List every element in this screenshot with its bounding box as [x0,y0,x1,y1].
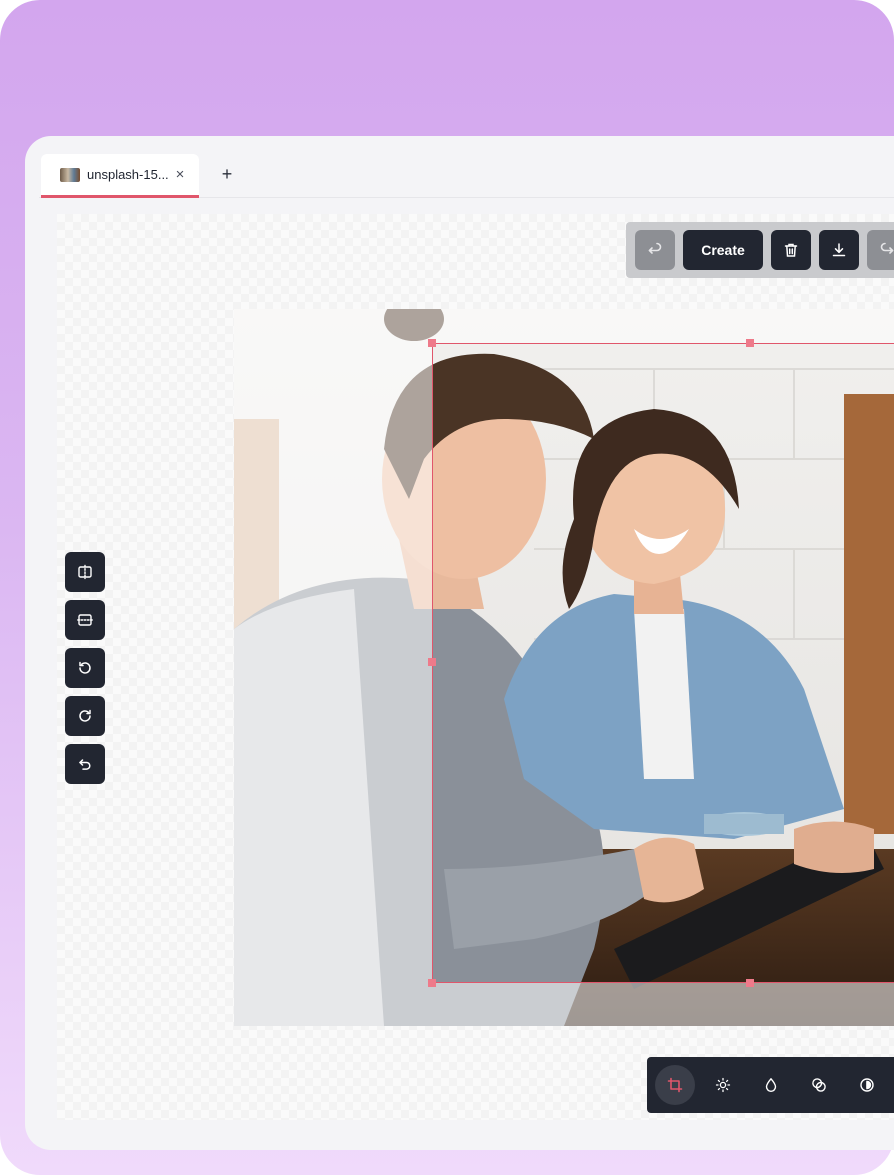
crop-handle-top-left[interactable] [428,339,436,347]
rotate-right-icon [79,709,91,722]
flip-horizontal-button[interactable] [65,552,105,592]
droplet-icon [765,1078,777,1092]
reset-button[interactable] [65,744,105,784]
rotate-right-button[interactable] [65,696,105,736]
crop-mask-left [234,309,432,1026]
crop-handle-top-mid[interactable] [746,339,754,347]
undo-icon [648,242,662,254]
top-toolbar: Create [626,222,894,278]
redo-icon [880,242,894,254]
crop-button[interactable] [655,1065,695,1105]
redo-button[interactable] [867,230,894,270]
contrast-button[interactable] [847,1065,887,1105]
rotate-left-button[interactable] [65,648,105,688]
adjust-toolbar [647,1057,894,1113]
filters-button[interactable] [799,1065,839,1105]
delete-button[interactable] [771,230,811,270]
contrast-icon [860,1078,874,1092]
crop-handle-bottom-mid[interactable] [746,979,754,987]
crop-mask-bottom [432,983,894,1026]
flip-horizontal-icon [78,564,92,580]
undo-button[interactable] [635,230,675,270]
rotate-left-icon [79,661,91,674]
sun-icon [715,1077,731,1093]
crop-frame[interactable] [432,343,894,983]
saturation-button[interactable] [751,1065,791,1105]
tab-bar: unsplash-15... × + [39,154,894,198]
trash-icon [784,243,798,257]
crop-handle-mid-left[interactable] [428,658,436,666]
overlap-circles-icon [812,1078,826,1092]
flip-vertical-button[interactable] [65,600,105,640]
photo-thumbnail [60,167,80,182]
tab-image[interactable]: unsplash-15... × [41,154,199,198]
crop-icon [667,1077,683,1093]
brightness-button[interactable] [703,1065,743,1105]
add-tab-button[interactable]: + [215,162,239,186]
create-button[interactable]: Create [683,230,763,270]
crop-mask-top [432,309,894,343]
photo-preview [234,309,894,1026]
flip-vertical-icon [77,614,93,626]
close-icon[interactable]: × [176,167,185,182]
download-icon [832,243,846,257]
download-button[interactable] [819,230,859,270]
reset-icon [79,759,91,770]
transform-toolbar [65,552,105,784]
editor-window: unsplash-15... × + Create [25,136,894,1150]
tab-label: unsplash-15... [87,167,169,182]
crop-handle-bottom-left[interactable] [428,979,436,987]
